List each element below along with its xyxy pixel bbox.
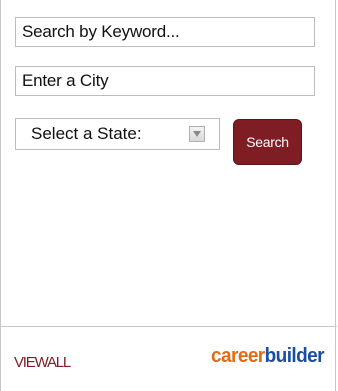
chevron-down-icon-glyph bbox=[193, 131, 201, 137]
keyword-search-input[interactable]: Search by Keyword... bbox=[15, 17, 315, 47]
careerbuilder-logo[interactable]: careerbuilder bbox=[211, 345, 325, 368]
city-input[interactable]: Enter a City bbox=[15, 66, 315, 96]
search-button[interactable]: Search bbox=[233, 119, 302, 165]
city-placeholder: Enter a City bbox=[22, 71, 109, 90]
keyword-search-placeholder: Search by Keyword... bbox=[22, 22, 180, 41]
logo-part-career: career bbox=[211, 345, 265, 367]
logo-part-builder: builder bbox=[264, 345, 325, 367]
state-select[interactable]: Select a State: bbox=[15, 118, 220, 150]
view-all-link[interactable]: VIEWALL bbox=[14, 354, 71, 371]
job-search-widget: Search by Keyword... Enter a City Select… bbox=[0, 0, 337, 391]
footer-divider bbox=[1, 326, 337, 327]
chevron-down-icon[interactable] bbox=[189, 126, 205, 142]
state-select-label: Select a State: bbox=[31, 124, 142, 143]
